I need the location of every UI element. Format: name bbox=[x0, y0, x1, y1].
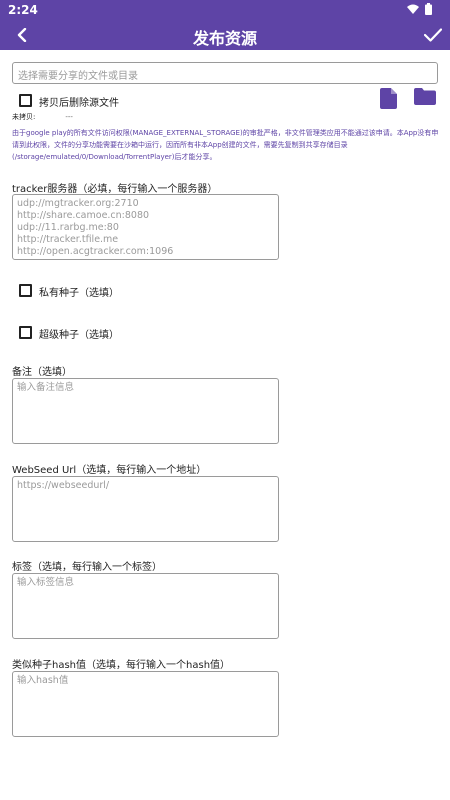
file-select-placeholder: 选择需要分享的文件或目录 bbox=[18, 71, 138, 82]
webseed-label: WebSeed Url（选填，每行输入一个地址） bbox=[12, 465, 207, 476]
delete-source-checkbox[interactable] bbox=[19, 94, 32, 107]
status-time: 2:24 bbox=[8, 3, 38, 17]
copy-status-value: --- bbox=[65, 113, 73, 121]
tags-textarea[interactable]: 输入标签信息 bbox=[12, 573, 279, 639]
similar-hash-textarea[interactable]: 输入hash值 bbox=[12, 671, 279, 737]
comment-label: 备注（选填） bbox=[12, 367, 72, 378]
similar-hash-label: 类似种子hash值（选填，每行输入一个hash值） bbox=[12, 660, 231, 671]
confirm-button[interactable] bbox=[420, 23, 446, 47]
private-torrent-label: 私有种子（选填） bbox=[39, 288, 119, 299]
webseed-textarea[interactable]: https://webseedurl/ bbox=[12, 476, 279, 542]
select-folder-button[interactable] bbox=[414, 88, 436, 109]
battery-icon bbox=[425, 3, 432, 15]
wifi-icon bbox=[407, 4, 419, 14]
select-file-button[interactable] bbox=[380, 88, 397, 113]
tags-label: 标签（选填，每行输入一个标签） bbox=[12, 562, 162, 573]
copy-status: 未拷贝: --- bbox=[12, 112, 73, 122]
tracker-line: http://tracker.tfile.me bbox=[17, 234, 119, 245]
folder-icon bbox=[414, 88, 436, 105]
tracker-textarea[interactable]: udp://mgtracker.org:2710 http://share.ca… bbox=[12, 194, 279, 260]
copy-status-label: 未拷贝: bbox=[12, 113, 36, 121]
tracker-line: http://open.acgtracker.com:1096 bbox=[17, 246, 174, 257]
comment-placeholder: 输入备注信息 bbox=[17, 382, 75, 393]
super-seed-label: 超级种子（选填） bbox=[39, 330, 119, 341]
private-torrent-checkbox[interactable] bbox=[19, 284, 32, 297]
tracker-label: tracker服务器（必填，每行输入一个服务器） bbox=[12, 184, 218, 195]
status-bar: 2:24 bbox=[0, 0, 450, 20]
similar-hash-placeholder: 输入hash值 bbox=[17, 675, 69, 686]
super-seed-checkbox[interactable] bbox=[19, 326, 32, 339]
comment-textarea[interactable]: 输入备注信息 bbox=[12, 378, 279, 444]
status-icons bbox=[407, 3, 432, 15]
tracker-line: udp://mgtracker.org:2710 bbox=[17, 198, 139, 209]
delete-source-label: 拷贝后删除源文件 bbox=[39, 98, 119, 109]
page-title: 发布资源 bbox=[192, 29, 257, 48]
tags-placeholder: 输入标签信息 bbox=[17, 577, 75, 588]
tracker-line: udp://11.rarbg.me:80 bbox=[17, 222, 119, 233]
permission-notice: 由于google play的所有文件访问权限(MANAGE_EXTERNAL_S… bbox=[12, 129, 439, 161]
tracker-line: http://share.camoe.cn:8080 bbox=[17, 210, 150, 221]
file-icon bbox=[380, 88, 397, 109]
file-select-input[interactable]: 选择需要分享的文件或目录 bbox=[12, 62, 438, 84]
check-icon bbox=[424, 28, 442, 42]
webseed-placeholder: https://webseedurl/ bbox=[17, 480, 110, 491]
app-bar: 发布资源 bbox=[0, 20, 450, 50]
